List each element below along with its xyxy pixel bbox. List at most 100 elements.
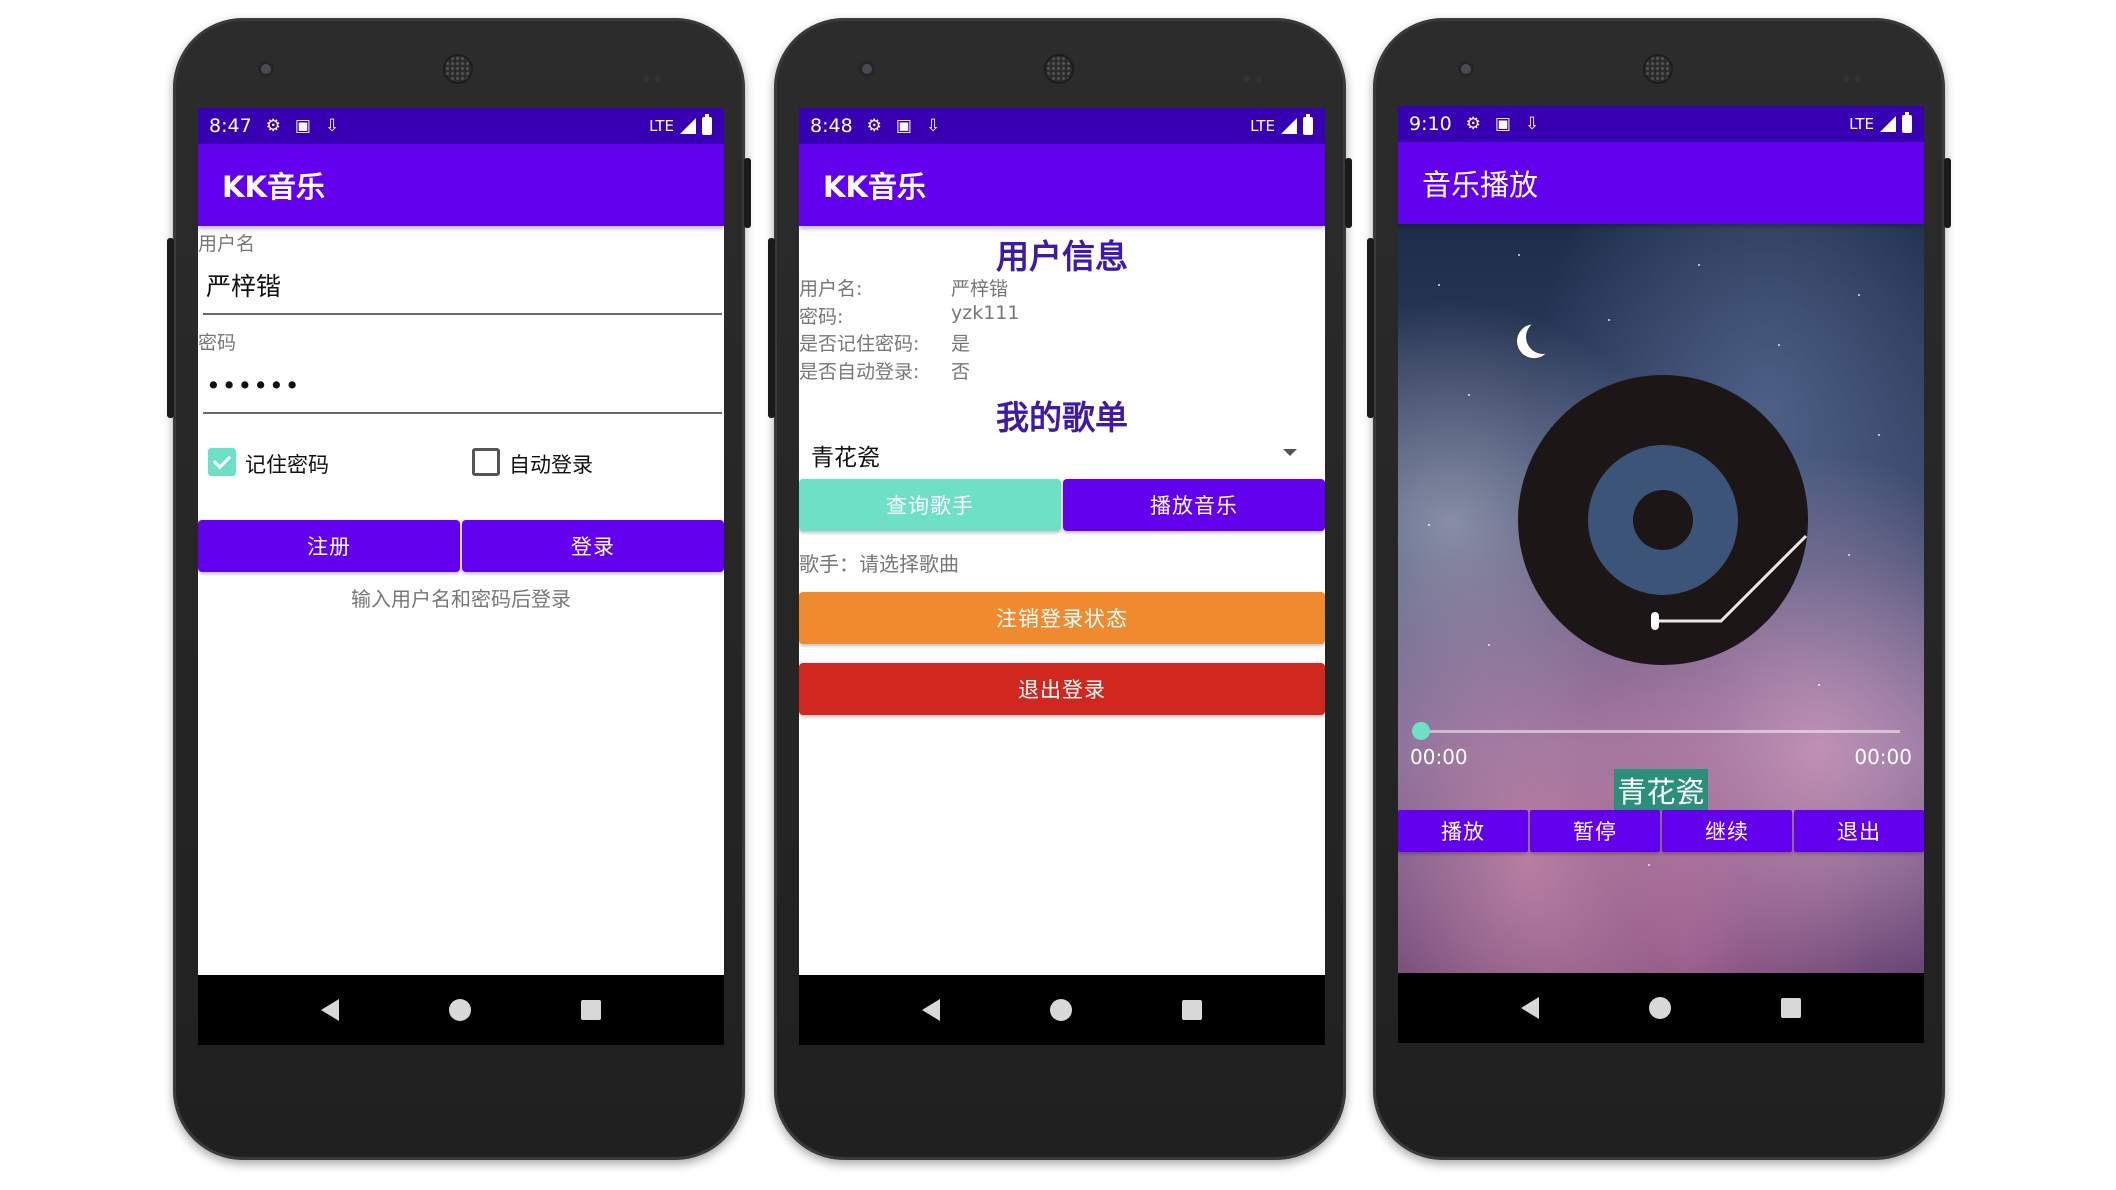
- song-title: 青花瓷: [1614, 769, 1708, 811]
- seek-thumb[interactable]: [1412, 722, 1430, 740]
- app-title: KK音乐: [823, 170, 926, 204]
- text-notification-icon: ▣: [1494, 114, 1511, 134]
- remember-password-checkbox[interactable]: [208, 448, 236, 476]
- status-bar: 8:48 ⚙ ▣ ⇩ LTE: [799, 108, 1325, 144]
- play-music-button[interactable]: 播放音乐: [1063, 479, 1325, 531]
- auto-login-checkbox[interactable]: [472, 448, 500, 476]
- signal-icon: [680, 118, 696, 134]
- vinyl-record: [1518, 375, 1808, 665]
- front-camera: [261, 64, 271, 74]
- info-value-password: yzk111: [951, 302, 1020, 324]
- current-time: 00:00: [1410, 745, 1468, 769]
- text-notification-icon: ▣: [895, 116, 912, 136]
- battery-icon: [1902, 112, 1912, 133]
- user-info-screen: 8:48 ⚙ ▣ ⇩ LTE KK音乐 用户信息 用户名: 严梓锴 密码: yz…: [799, 108, 1325, 1045]
- volume-button: [768, 238, 775, 418]
- text-notification-icon: ▣: [294, 116, 311, 136]
- info-value-username: 严梓锴: [951, 278, 1009, 300]
- earpiece-speaker: [1645, 56, 1671, 82]
- logout-state-button[interactable]: 注销登录状态: [799, 592, 1325, 644]
- network-type: LTE: [1849, 115, 1874, 133]
- home-icon[interactable]: [449, 999, 471, 1021]
- home-icon[interactable]: [1050, 999, 1072, 1021]
- download-icon: ⇩: [1524, 114, 1540, 134]
- user-info-heading: 用户信息: [996, 237, 1128, 276]
- login-button[interactable]: 登录: [462, 520, 724, 572]
- info-value-autologin: 否: [951, 361, 971, 383]
- pause-button[interactable]: 暂停: [1530, 810, 1660, 852]
- login-hint: 输入用户名和密码后登录: [351, 587, 571, 611]
- app-bar: KK音乐: [198, 144, 724, 226]
- battery-icon: [702, 114, 712, 135]
- exit-button[interactable]: 退出: [1794, 810, 1924, 852]
- app-bar: 音乐播放: [1398, 142, 1924, 224]
- app-title: KK音乐: [222, 170, 325, 204]
- nav-bar: [198, 975, 724, 1045]
- proximity-sensor: [643, 67, 669, 82]
- download-icon: ⇩: [324, 116, 340, 136]
- network-type: LTE: [649, 117, 674, 135]
- back-icon[interactable]: [321, 999, 339, 1021]
- info-label-remember: 是否记住密码:: [799, 333, 920, 355]
- auto-login-label: 自动登录: [509, 453, 593, 477]
- info-label-password: 密码:: [799, 306, 844, 328]
- seek-bar[interactable]: [1412, 722, 1900, 740]
- query-singer-button[interactable]: 查询歌手: [799, 479, 1061, 531]
- remember-password-label: 记住密码: [245, 453, 329, 477]
- signal-icon: [1281, 118, 1297, 134]
- singer-text: 歌手：请选择歌曲: [799, 552, 959, 576]
- night-sky-background: 00:00 00:00 青花瓷 播放 暂停 继续 退出: [1398, 224, 1924, 973]
- phone-login: 8:47 ⚙ ▣ ⇩ LTE KK音乐 用户名 严梓锴 密码 •••••• 记住…: [167, 18, 751, 1160]
- front-camera: [1461, 64, 1471, 74]
- settings-icon: ⚙: [866, 116, 882, 136]
- song-title-wrap: 青花瓷: [1398, 769, 1924, 811]
- volume-button: [1367, 238, 1374, 418]
- selected-song: 青花瓷: [811, 445, 880, 471]
- earpiece-speaker: [445, 56, 471, 82]
- recents-icon[interactable]: [1182, 1000, 1202, 1020]
- phone-user-info: 8:48 ⚙ ▣ ⇩ LTE KK音乐 用户信息 用户名: 严梓锴 密码: yz…: [768, 18, 1352, 1160]
- exit-login-button[interactable]: 退出登录: [799, 663, 1325, 715]
- app-bar: KK音乐: [799, 144, 1325, 226]
- download-icon: ⇩: [925, 116, 941, 136]
- status-bar: 9:10 ⚙ ▣ ⇩ LTE: [1398, 106, 1924, 142]
- play-button[interactable]: 播放: [1398, 810, 1528, 852]
- status-time: 9:10: [1409, 113, 1452, 135]
- proximity-sensor: [1244, 67, 1270, 82]
- status-time: 8:48: [810, 115, 853, 137]
- earpiece-speaker: [1046, 56, 1072, 82]
- back-icon[interactable]: [1521, 997, 1539, 1019]
- power-button: [1944, 158, 1951, 228]
- player-screen: 9:10 ⚙ ▣ ⇩ LTE 音乐播放 00:00 00:00 青花瓷 播放 暂…: [1398, 106, 1924, 1043]
- power-button: [744, 158, 751, 228]
- song-spinner[interactable]: 青花瓷: [799, 430, 1325, 476]
- password-field[interactable]: ••••••: [203, 364, 722, 414]
- network-type: LTE: [1250, 117, 1275, 135]
- home-icon[interactable]: [1649, 997, 1671, 1019]
- register-button[interactable]: 注册: [198, 520, 460, 572]
- status-bar: 8:47 ⚙ ▣ ⇩ LTE: [198, 108, 724, 144]
- phone-player: 9:10 ⚙ ▣ ⇩ LTE 音乐播放 00:00 00:00 青花瓷 播放 暂…: [1367, 18, 1951, 1160]
- username-label: 用户名: [198, 233, 256, 255]
- recents-icon[interactable]: [581, 1000, 601, 1020]
- settings-icon: ⚙: [265, 116, 281, 136]
- dropdown-arrow-icon: [1283, 449, 1297, 456]
- app-title: 音乐播放: [1422, 168, 1539, 202]
- info-value-remember: 是: [951, 333, 971, 355]
- nav-bar: [1398, 973, 1924, 1043]
- proximity-sensor: [1843, 67, 1869, 82]
- status-time: 8:47: [209, 115, 252, 137]
- total-time: 00:00: [1854, 745, 1912, 769]
- signal-icon: [1880, 116, 1896, 132]
- username-field[interactable]: 严梓锴: [203, 265, 722, 315]
- power-button: [1345, 158, 1352, 228]
- battery-icon: [1303, 114, 1313, 135]
- nav-bar: [799, 975, 1325, 1045]
- recents-icon[interactable]: [1781, 998, 1801, 1018]
- password-label: 密码: [198, 332, 237, 354]
- front-camera: [862, 64, 872, 74]
- back-icon[interactable]: [922, 999, 940, 1021]
- resume-button[interactable]: 继续: [1662, 810, 1792, 852]
- info-label-username: 用户名:: [799, 278, 863, 300]
- login-screen: 8:47 ⚙ ▣ ⇩ LTE KK音乐 用户名 严梓锴 密码 •••••• 记住…: [198, 108, 724, 1045]
